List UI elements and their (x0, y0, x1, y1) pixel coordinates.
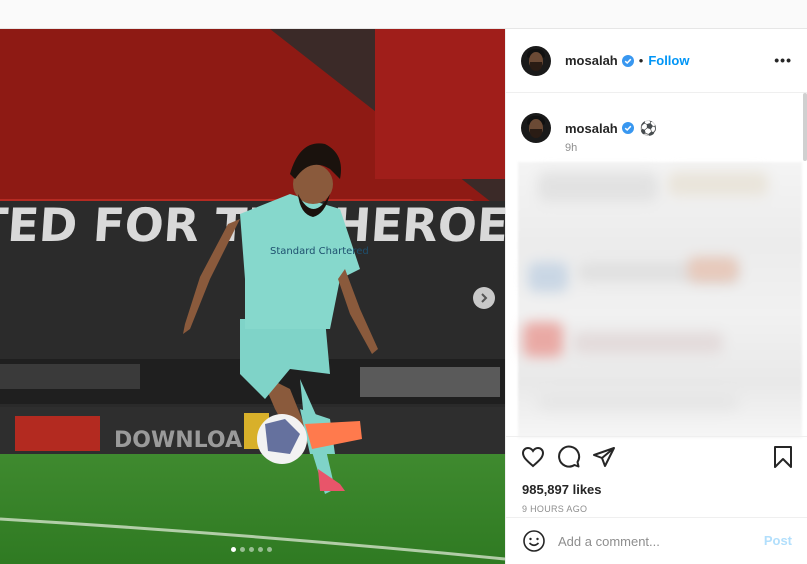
scrollbar[interactable] (803, 93, 807, 161)
share-icon[interactable] (592, 445, 616, 469)
heart-icon[interactable] (521, 445, 545, 469)
carousel-dot (267, 547, 272, 552)
carousel-dot (258, 547, 263, 552)
caption-text: ⚽ (639, 119, 658, 136)
post-timestamp[interactable]: 9 HOURS AGO (522, 504, 587, 514)
follow-button[interactable]: Follow (648, 53, 689, 68)
verified-badge-icon (621, 122, 634, 134)
post-dialog: TED FOR THE HEROES DOWNLOAD (0, 29, 807, 564)
post-photo: TED FOR THE HEROES DOWNLOAD (0, 29, 505, 564)
post-media[interactable]: TED FOR THE HEROES DOWNLOAD (0, 29, 505, 564)
avatar[interactable] (521, 113, 551, 143)
comments-list[interactable] (518, 162, 802, 438)
comment-form: Post (506, 517, 807, 564)
post-header: mosalah • Follow ••• (506, 29, 807, 93)
header-username[interactable]: mosalah (565, 53, 618, 68)
post-actions: 985,897 likes 9 HOURS AGO (506, 436, 807, 517)
chevron-right-icon (481, 293, 488, 303)
caption-username[interactable]: mosalah (565, 121, 618, 136)
caption-time[interactable]: 9h (565, 142, 577, 154)
more-options-icon[interactable]: ••• (774, 53, 792, 67)
emoji-icon[interactable] (522, 529, 546, 553)
shirt-sponsor: Standard Chartered (270, 246, 369, 257)
separator: • (638, 53, 644, 68)
carousel-indicator (231, 547, 272, 552)
carousel-dot (231, 547, 236, 552)
carousel-dot (240, 547, 245, 552)
comment-input[interactable] (558, 533, 748, 549)
bookmark-icon[interactable] (771, 445, 795, 469)
comment-icon[interactable] (557, 445, 581, 469)
carousel-dot (249, 547, 254, 552)
verified-badge-icon (621, 54, 634, 67)
caption: mosalah ⚽ (521, 113, 657, 143)
post-comment-button[interactable]: Post (764, 533, 792, 548)
post-sidebar: mosalah • Follow ••• mosalah ⚽ 9h 985,89… (505, 29, 807, 564)
likes-count[interactable]: 985,897 likes (522, 482, 602, 497)
board-text: DOWNLOAD (114, 428, 260, 453)
carousel-next-button[interactable] (473, 287, 495, 309)
top-bar (0, 0, 807, 29)
avatar[interactable] (521, 45, 551, 76)
